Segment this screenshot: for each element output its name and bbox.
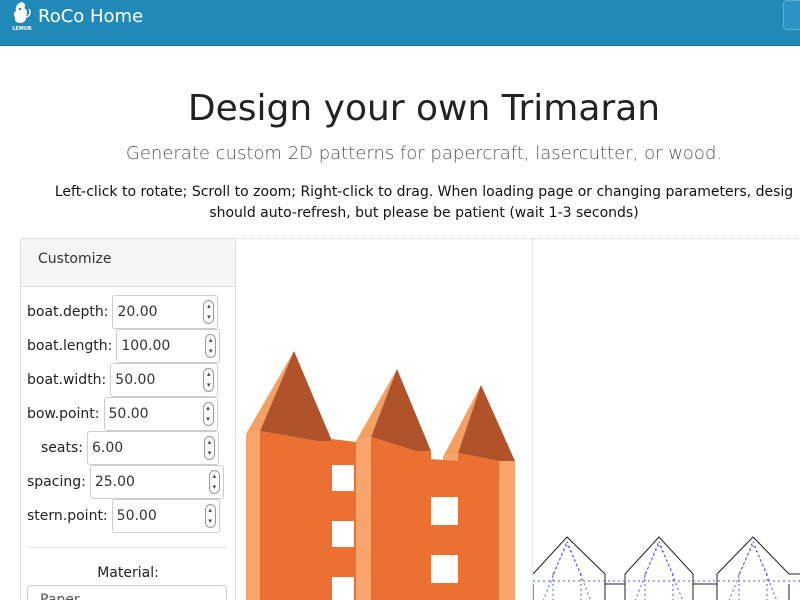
- param-bow-point: bow.point: 50.00 ▴ ▾: [27, 397, 218, 431]
- spinner-arrows-icon[interactable]: ▴ ▾: [204, 436, 215, 460]
- param-stern-point: stern.point: 50.00 ▴ ▾: [27, 499, 220, 533]
- param-value: 50.00: [108, 406, 149, 422]
- material-label: Material:: [97, 565, 159, 581]
- home-link[interactable]: LEMUR RoCo Home: [10, 0, 143, 32]
- instructions-line-2: should auto-refresh, but please be patie…: [209, 205, 639, 221]
- seats-right: [431, 459, 458, 600]
- param-value: 25.00: [94, 474, 135, 490]
- param-boat-length: boat.length: 100.00 ▴ ▾: [27, 329, 221, 363]
- hull-left: [246, 351, 332, 600]
- pattern-fold-lines: [533, 539, 800, 600]
- stern-point-input[interactable]: 50.00 ▴ ▾: [111, 499, 220, 533]
- page-subtitle: Generate custom 2D patterns for papercra…: [125, 143, 723, 164]
- navbar: LEMUR RoCo Home: [0, 0, 800, 46]
- spinner-arrows-icon[interactable]: ▴ ▾: [203, 300, 215, 324]
- param-label: boat.length:: [27, 338, 113, 354]
- param-label: stern.point:: [27, 508, 108, 524]
- param-value: 6.00: [92, 440, 124, 456]
- boat-depth-input[interactable]: 20.00 ▴ ▾: [112, 295, 219, 329]
- brand-title: RoCo Home: [38, 5, 144, 27]
- boat-length-input[interactable]: 100.00 ▴ ▾: [116, 329, 221, 363]
- param-spacing: spacing: 25.00 ▴ ▾: [27, 465, 224, 499]
- param-value: 50.00: [116, 508, 157, 524]
- panel-divider: [27, 547, 227, 548]
- param-label: bow.point:: [27, 406, 100, 422]
- instructions-line-1: Left-click to rotate; Scroll to zoom; Ri…: [54, 184, 794, 200]
- spinner-arrows-icon[interactable]: ▴ ▾: [208, 470, 220, 494]
- hull-middle: [356, 369, 431, 600]
- param-seats: seats: 6.00 ▴ ▾: [41, 431, 219, 465]
- spinner-arrows-icon[interactable]: ▴ ▾: [205, 334, 217, 358]
- param-value: 100.00: [121, 338, 171, 354]
- pattern-cut-lines: [533, 536, 800, 600]
- boat-width-input[interactable]: 50.00 ▴ ▾: [110, 363, 219, 397]
- seats-input[interactable]: 6.00 ▴ ▾: [87, 431, 219, 465]
- trimaran-3d-render: [246, 351, 515, 600]
- trimaran-2d-pattern: [533, 536, 800, 600]
- logo-wordmark: LEMUR: [12, 26, 32, 32]
- spacing-input[interactable]: 25.00 ▴ ▾: [89, 465, 224, 499]
- spinner-arrows-icon[interactable]: ▴ ▾: [202, 402, 214, 426]
- 3d-viewer[interactable]: [236, 238, 532, 600]
- bow-point-input[interactable]: 50.00 ▴ ▾: [103, 397, 218, 431]
- lemur-logo-icon: LEMUR: [12, 2, 32, 32]
- param-label: boat.depth:: [27, 304, 109, 320]
- page-title: Design your own Trimaran: [187, 88, 661, 129]
- param-label: boat.width:: [27, 372, 107, 388]
- seats-left: [332, 439, 356, 600]
- instructions: Left-click to rotate; Scroll to zoom; Ri…: [0, 182, 800, 224]
- param-label: spacing:: [27, 474, 86, 490]
- customize-heading: Customize: [21, 239, 235, 287]
- param-boat-width: boat.width: 50.00 ▴ ▾: [27, 363, 219, 397]
- param-label: seats:: [41, 440, 83, 456]
- customize-panel: Customize boat.depth: 20.00 ▴ ▾ boat.leng…: [20, 238, 236, 600]
- param-value: 50.00: [115, 372, 156, 388]
- navbar-toggle-button[interactable]: [783, 0, 800, 30]
- 2d-pattern-viewer[interactable]: [532, 238, 800, 600]
- spinner-arrows-icon[interactable]: ▴ ▾: [204, 504, 216, 528]
- param-boat-depth: boat.depth: 20.00 ▴ ▾: [27, 295, 219, 329]
- material-select[interactable]: Paper: [27, 585, 227, 600]
- param-value: 20.00: [117, 304, 158, 320]
- spinner-arrows-icon[interactable]: ▴ ▾: [203, 368, 215, 392]
